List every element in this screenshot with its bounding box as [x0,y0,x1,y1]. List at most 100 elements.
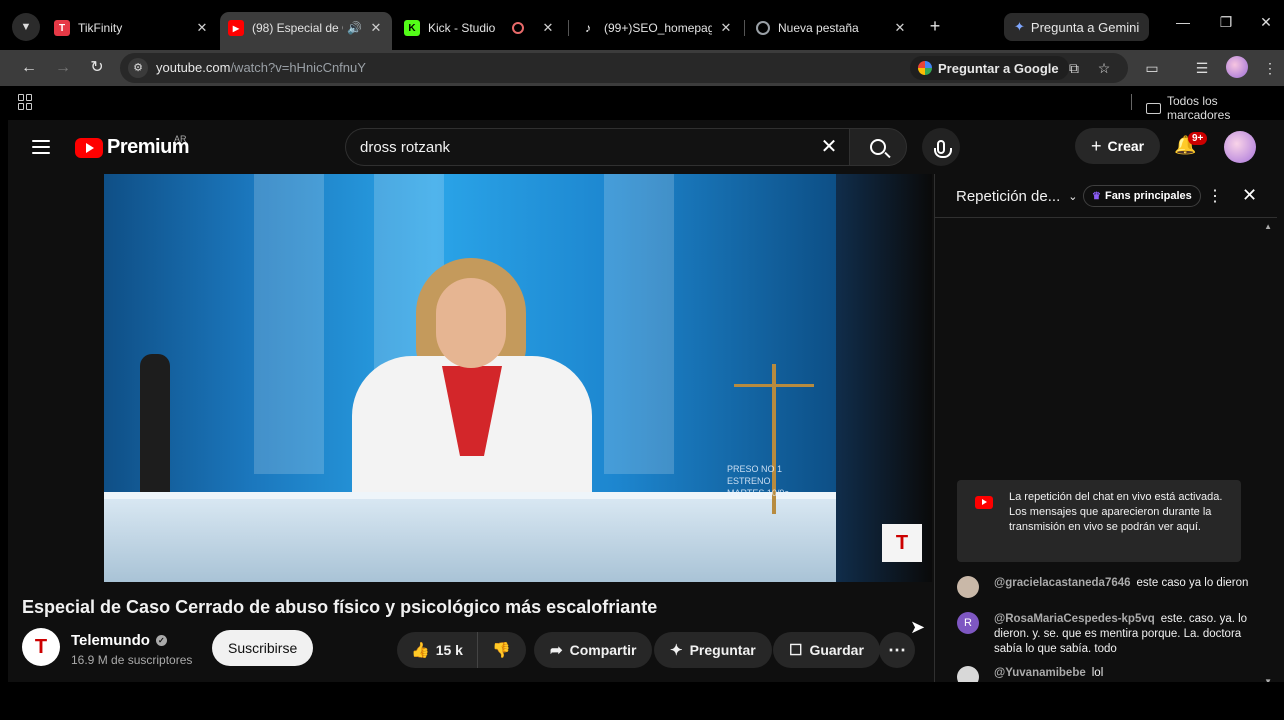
tab-new-tab[interactable]: Nueva pestaña ✕ [748,12,916,44]
top-fans-chip[interactable]: ♛ Fans principales [1083,185,1201,207]
ask-label: Preguntar [689,642,756,658]
chevron-down-icon: ⌄ [1068,191,1078,203]
tab-seo-homepage[interactable]: ♪ (99+)SEO_homepage ✕ [572,12,742,44]
minimize-icon[interactable]: — [1173,14,1193,30]
like-button[interactable]: 👍 15 k [397,632,478,668]
user-avatar[interactable]: R [957,612,979,634]
video-player[interactable]: PRESO NO 1 ESTRENO MARTES 10/9c [104,174,836,582]
create-button[interactable]: + Crear [1075,128,1161,164]
chat-options-icon[interactable]: ⋮ [1207,186,1223,206]
new-tab-button[interactable]: + [924,15,946,37]
tab-youtube-active[interactable]: ▶ (98) Especial de C 🔊 ✕ [220,12,392,50]
cast-icon[interactable]: ▭ [1142,58,1162,78]
tab-title: Nueva pestaña [778,21,859,35]
thumbs-up-icon: 👍 [411,642,430,659]
tab-separator [568,20,569,36]
window-close-icon[interactable]: ✕ [1256,14,1276,31]
message-text: este caso ya lo dieron [1136,577,1249,589]
tab-search-button[interactable]: ▼ [12,13,40,41]
crown-icon: ♛ [1092,190,1101,202]
bookmark-star-icon[interactable]: ☆ [1094,58,1114,78]
tiktok-icon: ♪ [585,21,591,35]
tab-title: TikFinity [78,21,123,35]
search-query-text: dross rotzank [360,139,451,156]
tab-kick-studio[interactable]: K Kick - Studio ✕ [396,12,564,44]
share-button[interactable]: ➦ Compartir [534,632,653,668]
close-icon[interactable]: ✕ [718,20,734,36]
close-icon[interactable]: ✕ [892,20,908,36]
url-text: youtube.com/watch?v=hHnicCnfnuY [156,60,366,75]
user-avatar[interactable] [957,666,979,682]
browser-tab-strip: ▼ T TikFinity ✕ ▶ (98) Especial de C 🔊 ✕… [0,0,1284,50]
user-avatar[interactable] [957,576,979,598]
message-text: lol [1091,667,1104,679]
all-bookmarks-button[interactable]: Todos los marcadores [1146,94,1284,122]
studio-desk [104,499,836,582]
share-label: Compartir [569,642,637,658]
dislike-button[interactable]: 👎 [478,641,511,659]
tab-title: (99+)SEO_homepage [604,21,712,35]
subscribe-button[interactable]: Suscribirse [212,630,314,666]
mouse-cursor-icon: ➤ [910,617,926,637]
notification-count-badge: 9+ [1188,132,1208,145]
voice-search-button[interactable] [922,128,960,166]
search-button[interactable] [849,128,907,166]
scroll-down-arrow-icon[interactable]: ▼ [1264,677,1272,682]
region-code: AR [174,134,187,144]
chat-mode-dropdown[interactable]: Repetición de... ⌄ [956,188,1077,205]
ask-button[interactable]: ✦ Preguntar [654,632,772,668]
hamburger-menu-icon[interactable] [32,140,50,154]
clear-search-icon[interactable]: ✕ [817,135,841,159]
restore-icon[interactable]: ❐ [1216,14,1236,31]
chrome-icon [756,21,770,35]
all-bookmarks-label: Todos los marcadores [1166,94,1231,122]
save-label: Guardar [809,642,864,658]
like-count: 15 k [435,642,463,658]
message-author[interactable]: @RosaMariaCespedes-kp5vq [994,613,1155,625]
tab-tikfinity[interactable]: T TikFinity ✕ [46,12,218,44]
youtube-logo[interactable]: Premium [75,136,190,159]
folder-icon [1146,102,1161,114]
reload-icon[interactable]: ↻ [86,57,108,79]
message-author[interactable]: @gracielacastaneda7646 [994,577,1131,589]
chevron-down-icon: ▼ [20,21,32,33]
back-arrow-icon[interactable]: ← [18,57,40,79]
channel-avatar[interactable]: T [22,628,60,666]
gemini-icon: ✦ [1014,19,1025,34]
chat-replay-notice: La repetición del chat en vivo está acti… [957,480,1241,562]
bookmarks-bar: Todos los marcadores [0,86,1284,122]
site-info-icon[interactable]: ⚙ [128,58,148,78]
browser-profile-avatar[interactable] [1226,56,1248,78]
chat-message: @Yuvanamibebe lol [957,666,1257,682]
account-avatar[interactable] [1224,131,1256,163]
subscriber-count: 16.9 M de suscriptores [71,653,193,667]
close-icon[interactable]: ✕ [368,20,384,36]
ask-google-label: Preguntar a Google [938,60,1059,76]
create-label: Crear [1107,138,1145,154]
thumbs-down-icon: 👎 [491,642,511,659]
live-chat-replay-panel: Repetición de... ⌄ ♛ Fans principales ⋮ … [934,174,1277,682]
verified-check-icon: ✓ [155,635,167,646]
speaker-icon[interactable]: 🔊 [347,21,362,35]
media-controls-icon[interactable]: ☰ [1192,58,1212,78]
ask-google-button[interactable]: Preguntar a Google [910,56,1069,80]
gemini-button[interactable]: ✦ Pregunta a Gemini [1004,13,1150,41]
scroll-up-arrow-icon[interactable]: ▲ [1264,222,1272,231]
forward-arrow-icon[interactable]: → [52,57,74,79]
address-bar[interactable]: ⚙ youtube.com/watch?v=hHnicCnfnuY Pregun… [120,53,1128,83]
message-author[interactable]: @Yuvanamibebe [994,667,1086,679]
install-app-icon[interactable]: ⧉ [1064,58,1084,78]
apps-grid-icon[interactable] [18,94,34,110]
channel-name[interactable]: Telemundo ✓ [71,632,167,649]
close-icon[interactable]: ✕ [194,20,210,36]
close-icon[interactable]: ✕ [540,20,556,36]
bookmarks-separator [1131,94,1132,110]
search-input[interactable]: dross rotzank ✕ [345,128,849,166]
tikfinity-icon: T [54,20,70,36]
studio-backdrop-panel [254,174,324,474]
close-chat-icon[interactable]: ✕ [1242,185,1257,206]
google-icon [918,61,932,75]
browser-menu-icon[interactable]: ⋮ [1260,58,1280,78]
save-button[interactable]: ☐ Guardar [773,632,880,668]
telemundo-watermark-logo: T [882,524,922,562]
